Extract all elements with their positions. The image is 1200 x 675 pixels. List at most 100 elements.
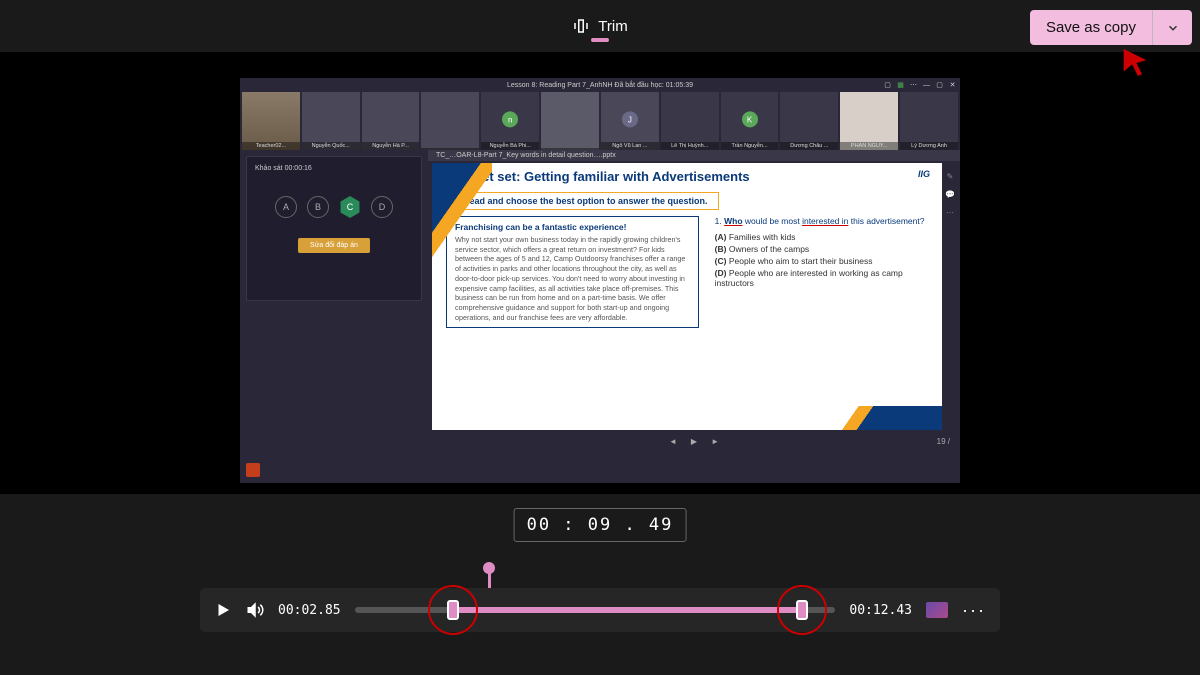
- option-b: (B) Owners of the camps: [715, 244, 928, 254]
- option-b-text: Owners of the camps: [729, 244, 809, 254]
- trim-track[interactable]: [355, 607, 836, 613]
- more-icon: ⋯: [910, 82, 917, 89]
- participant-tile[interactable]: Lê Thị Huỳnh...: [661, 92, 719, 150]
- slide-corner-graphic: [432, 163, 492, 430]
- option-c-text: People who aim to start their business: [729, 256, 873, 266]
- participant-name: Ngô Vũ Lan ...: [601, 142, 659, 150]
- video-stage: Lesson 8: Reading Part 7_AnhNH Đã bắt đầ…: [0, 78, 1200, 494]
- chat-icon: 💬: [944, 188, 956, 200]
- poll-option-d[interactable]: D: [371, 196, 393, 218]
- mode-label: Trim: [598, 18, 627, 35]
- q-suffix: this advertisement?: [848, 216, 924, 226]
- more-options-button[interactable]: ···: [962, 600, 986, 621]
- slide-controls: ◄ ▶ ► 19 /: [428, 432, 960, 450]
- poll-option-b[interactable]: B: [307, 196, 329, 218]
- trim-end-handle[interactable]: [796, 600, 808, 620]
- save-dropdown-button[interactable]: [1152, 10, 1192, 45]
- participant-tile[interactable]: [541, 92, 599, 150]
- q-underline-1: Who: [724, 216, 742, 226]
- trim-range: [453, 607, 802, 613]
- q-num: 1.: [715, 216, 724, 226]
- q-underline-2: interested in: [802, 216, 848, 226]
- participant-tile[interactable]: Dương Châu ...: [780, 92, 838, 150]
- meeting-content: Khảo sát 00:00:16 ABCD Sửa đổi đáp án TC…: [240, 150, 960, 450]
- slide-next-icon[interactable]: ►: [711, 437, 719, 446]
- end-time: 00:12.43: [849, 603, 912, 618]
- participant-tile[interactable]: Nguyễn Quốc...: [302, 92, 360, 150]
- slide-side-icons: ✎ 💬 ⋯: [944, 170, 958, 218]
- cursor-pointer-icon: [1118, 46, 1152, 80]
- option-d-text: People who are interested in working as …: [715, 268, 903, 288]
- poll-options: ABCD: [255, 196, 413, 218]
- meeting-window-controls: ▢ ▦ ⋯ — ▢ ✕: [884, 82, 956, 89]
- current-time: 00:02.85: [278, 603, 341, 618]
- slide-columns: Franchising can be a fantastic experienc…: [432, 216, 942, 328]
- participant-name: PHAN NGUY...: [840, 142, 898, 150]
- video-frame[interactable]: Lesson 8: Reading Part 7_AnhNH Đã bắt đầ…: [240, 78, 960, 483]
- participant-tile[interactable]: KTrần Nguyễn...: [721, 92, 779, 150]
- participant-name: Nguyễn Quốc...: [302, 142, 360, 150]
- participant-tile[interactable]: Nguyễn Hà P...: [362, 92, 420, 150]
- slide: IIG Get set: Getting familiar with Adver…: [432, 163, 942, 430]
- participant-name: Lý Dương Anh: [900, 142, 958, 150]
- poll-edit-button[interactable]: Sửa đổi đáp án: [298, 238, 370, 253]
- maximize-icon: ▢: [936, 82, 943, 89]
- volume-icon: [246, 601, 264, 619]
- option-d: (D) People who are interested in working…: [715, 268, 928, 288]
- edit-icon: ✎: [944, 170, 956, 182]
- poll-box: Khảo sát 00:00:16 ABCD Sửa đổi đáp án: [246, 156, 422, 301]
- participant-name: Nguyễn Hà P...: [362, 142, 420, 150]
- player-bar: 00:02.85 00:12.43 ···: [200, 588, 1000, 632]
- slide-corner-graphic-bottom: [822, 406, 942, 430]
- mode-trim[interactable]: Trim: [572, 17, 627, 35]
- slide-number: 19 /: [937, 437, 950, 446]
- powerpoint-badge-icon: [246, 463, 260, 477]
- participant-tile[interactable]: Teacher02...: [242, 92, 300, 150]
- participant-tile[interactable]: [421, 92, 479, 150]
- poll-option-c[interactable]: C: [339, 196, 361, 218]
- meeting-header: Lesson 8: Reading Part 7_AnhNH Đã bắt đầ…: [240, 78, 960, 92]
- grid-icon: ▦: [897, 82, 904, 89]
- slide-filename: TC_…OAR-L8-Part 7_Key words in detail qu…: [428, 150, 960, 161]
- participant-strip: Teacher02...Nguyễn Quốc...Nguyễn Hà P...…: [240, 92, 960, 150]
- close-icon: ✕: [949, 82, 956, 89]
- more-icon: ⋯: [944, 206, 956, 218]
- question-box: 1. Who would be most interested in this …: [715, 216, 928, 328]
- volume-button[interactable]: [246, 601, 264, 619]
- participant-name: Nguyễn Bá Phi...: [481, 142, 539, 150]
- participant-name: Lê Thị Huỳnh...: [661, 142, 719, 150]
- clip-thumbnail[interactable]: [926, 602, 948, 618]
- trim-icon: [572, 17, 590, 35]
- play-icon: [214, 601, 232, 619]
- participant-tile[interactable]: Lý Dương Anh: [900, 92, 958, 150]
- save-button-group: Save as copy: [1030, 10, 1192, 45]
- editor-footer: 00 : 09 . 49 00:02.85 00:12.43 ···: [0, 494, 1200, 675]
- meeting-title: Lesson 8: Reading Part 7_AnhNH Đã bắt đầ…: [507, 82, 693, 89]
- camera-icon: ▢: [884, 82, 891, 89]
- slide-prev-icon[interactable]: ◄: [669, 437, 677, 446]
- participant-name: Teacher02...: [242, 142, 300, 150]
- avatar: J: [622, 111, 638, 127]
- slide-title: Get set: Getting familiar with Advertise…: [432, 163, 942, 188]
- participant-name: Trần Nguyễn...: [721, 142, 779, 150]
- save-as-copy-button[interactable]: Save as copy: [1030, 10, 1152, 45]
- slide-area: TC_…OAR-L8-Part 7_Key words in detail qu…: [428, 150, 960, 450]
- slide-logo: IIG: [918, 169, 930, 179]
- top-bar: Trim Save as copy: [0, 0, 1200, 52]
- participant-tile[interactable]: J Ngô Vũ Lan ...: [601, 92, 659, 150]
- chevron-down-icon: [1166, 21, 1180, 35]
- timecode-display[interactable]: 00 : 09 . 49: [514, 508, 687, 542]
- participant-tile[interactable]: PHAN NGUY...: [840, 92, 898, 150]
- poll-option-a[interactable]: A: [275, 196, 297, 218]
- option-a: (A) Families with kids: [715, 232, 928, 242]
- question-stem: 1. Who would be most interested in this …: [715, 216, 928, 226]
- play-button[interactable]: [214, 601, 232, 619]
- poll-title: Khảo sát 00:00:16: [255, 165, 413, 172]
- mode-underline: [591, 38, 609, 42]
- participant-name: Dương Châu ...: [780, 142, 838, 150]
- avatar: n: [502, 111, 518, 127]
- slide-play-icon[interactable]: ▶: [691, 437, 697, 446]
- option-a-text: Families with kids: [729, 232, 796, 242]
- participant-tile[interactable]: n Nguyễn Bá Phi...: [481, 92, 539, 150]
- trim-start-handle[interactable]: [447, 600, 459, 620]
